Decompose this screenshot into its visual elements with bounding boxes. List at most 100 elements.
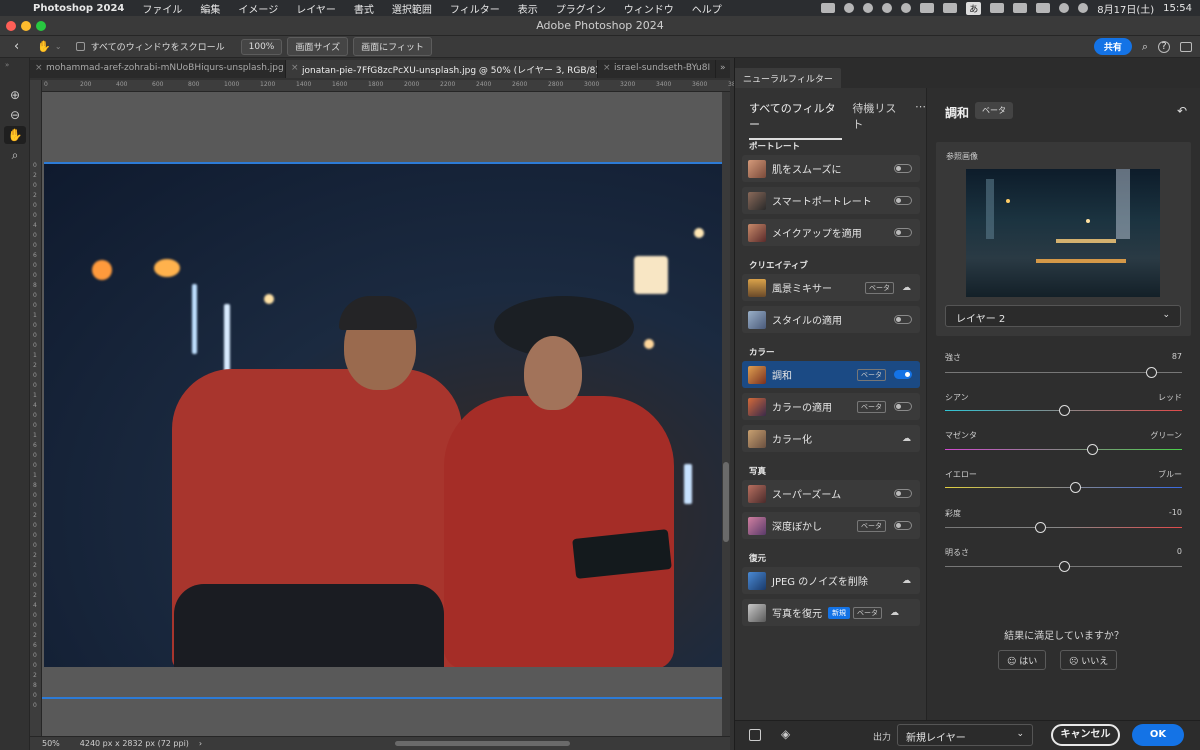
filter-toggle[interactable] — [894, 489, 912, 498]
cloud-download-icon[interactable]: ☁ — [902, 283, 911, 293]
menu-plugins[interactable]: プラグイン — [547, 1, 615, 16]
filter-toggle[interactable] — [894, 402, 912, 411]
document-image[interactable] — [44, 162, 722, 667]
ok-button[interactable]: OK — [1132, 724, 1184, 746]
menu-select[interactable]: 選択範囲 — [383, 1, 441, 16]
workspace-icon[interactable] — [1180, 41, 1192, 52]
control-center-icon[interactable] — [1036, 3, 1051, 13]
zoom-level[interactable]: 50% — [42, 739, 60, 748]
cancel-button[interactable]: キャンセル — [1051, 724, 1120, 746]
slider-yellow-blue-track[interactable] — [945, 487, 1182, 488]
filter-toggle[interactable] — [894, 228, 912, 237]
reference-layer-dropdown[interactable]: レイヤー 2 ⌄ — [945, 305, 1181, 327]
share-button[interactable]: 共有 — [1093, 38, 1132, 55]
reset-icon[interactable]: ↶ — [1177, 104, 1187, 118]
collapse-panel-icon[interactable]: » — [0, 58, 29, 72]
slider-saturation-track[interactable] — [945, 527, 1182, 528]
sync-icon[interactable] — [863, 3, 874, 13]
wifi-icon[interactable] — [1013, 3, 1028, 13]
menu-image[interactable]: イメージ — [229, 1, 287, 16]
tab-doc-2[interactable]: × jonatan-pie-7FfG8zcPcXU-unsplash.jpg @ … — [286, 60, 598, 78]
cloud-download-icon[interactable]: ☁ — [890, 608, 899, 618]
filter-colorize[interactable]: カラー化 ☁ — [742, 425, 920, 452]
scroll-all-checkbox[interactable] — [75, 42, 85, 51]
menubar-date[interactable]: 8月17日(土) — [1097, 1, 1154, 16]
filter-toggle[interactable] — [894, 315, 912, 324]
filter-photo-restoration[interactable]: 写真を復元 新規 ベータ ☁ — [742, 599, 920, 626]
menu-app-name[interactable]: Photoshop 2024 — [24, 3, 133, 14]
menubar-time[interactable]: 15:54 — [1163, 3, 1192, 14]
preview-toggle-icon[interactable] — [749, 729, 761, 741]
slider-saturation-knob[interactable] — [1034, 522, 1046, 533]
layers-icon[interactable]: ◈ — [781, 727, 790, 741]
filter-landscape-mixer[interactable]: 風景ミキサー ベータ ☁ — [742, 274, 920, 301]
creative-cloud-icon[interactable] — [844, 3, 855, 13]
filter-toggle[interactable] — [894, 370, 912, 379]
input-mode-indicator[interactable]: あ — [966, 1, 982, 15]
tab-all-filters[interactable]: すべてのフィルター — [749, 100, 843, 140]
filter-style-transfer[interactable]: スタイルの適用 — [742, 306, 920, 333]
search-spotlight-icon[interactable] — [1059, 3, 1070, 13]
menu-file[interactable]: ファイル — [133, 1, 191, 16]
tabs-overflow-icon[interactable]: » — [716, 60, 730, 78]
slider-strength-knob[interactable] — [1146, 367, 1158, 378]
filter-color-transfer[interactable]: カラーの適用 ベータ — [742, 393, 920, 420]
menu-help[interactable]: ヘルプ — [683, 1, 731, 16]
tab-doc-1[interactable]: × mohammad-aref-zohrabi-mNUoBHiqurs-unspl… — [30, 60, 286, 78]
back-icon[interactable]: ‹ — [14, 39, 19, 54]
fill-screen-button[interactable]: 画面にフィット — [353, 37, 432, 56]
zoom-in-icon[interactable]: ⊕ — [4, 86, 26, 104]
menu-view[interactable]: 表示 — [509, 1, 547, 16]
close-tab-icon[interactable]: × — [603, 63, 611, 73]
vertical-scrollbar[interactable] — [722, 92, 730, 736]
menu-edit[interactable]: 編集 — [191, 1, 229, 16]
feedback-yes-button[interactable]: ☺ はい — [998, 650, 1047, 670]
menu-window[interactable]: ウィンドウ — [615, 1, 683, 16]
filter-makeup-transfer[interactable]: メイクアップを適用 — [742, 219, 920, 246]
horizontal-scroll-thumb[interactable] — [395, 741, 570, 746]
reference-image-thumbnail[interactable] — [966, 169, 1160, 297]
battery-icon[interactable] — [990, 3, 1005, 13]
menu-type[interactable]: 書式 — [345, 1, 383, 16]
bluetooth-icon[interactable] — [943, 3, 958, 13]
slider-yellow-blue-knob[interactable] — [1070, 482, 1082, 493]
cloud-status-icon[interactable] — [821, 3, 836, 13]
cloud-download-icon[interactable]: ☁ — [902, 576, 911, 586]
tab-waitlist[interactable]: 待機リスト — [852, 100, 905, 140]
filter-smart-portrait[interactable]: スマートポートレート — [742, 187, 920, 214]
tool-preset-chevron-icon[interactable]: ⌄ — [55, 42, 62, 51]
hand-tool-icon[interactable]: ✋ — [37, 40, 51, 53]
more-options-icon[interactable]: ⋯ — [915, 100, 926, 140]
volume-icon[interactable] — [920, 3, 935, 13]
brave-icon[interactable] — [882, 3, 893, 13]
filter-skin-smoothing[interactable]: 肌をスムーズに — [742, 155, 920, 182]
zoom-100-button[interactable]: 100% — [240, 38, 283, 55]
filter-toggle[interactable] — [894, 521, 912, 530]
slider-magenta-green-knob[interactable] — [1086, 444, 1098, 455]
filter-jpeg-artifacts[interactable]: JPEG のノイズを削除 ☁ — [742, 567, 920, 594]
canvas-area[interactable] — [42, 92, 722, 736]
filter-super-zoom[interactable]: スーパーズーム — [742, 480, 920, 507]
filter-harmonization[interactable]: 調和 ベータ — [742, 361, 920, 388]
feedback-no-button[interactable]: ☹ いいえ — [1060, 650, 1118, 670]
siri-icon[interactable] — [1078, 3, 1089, 13]
fit-screen-button[interactable]: 画面サイズ — [287, 37, 349, 56]
help-icon[interactable]: ? — [1158, 40, 1170, 53]
menu-layer[interactable]: レイヤー — [287, 1, 345, 16]
zoom-tool-icon[interactable]: ⌕ — [4, 146, 26, 164]
output-dropdown[interactable]: 新規レイヤー ⌄ — [897, 724, 1033, 746]
close-tab-icon[interactable]: × — [291, 63, 299, 73]
close-tab-icon[interactable]: × — [35, 63, 43, 73]
slider-cyan-red-knob[interactable] — [1058, 405, 1070, 416]
cloud-download-icon[interactable]: ☁ — [902, 434, 911, 444]
filter-toggle[interactable] — [894, 196, 912, 205]
vertical-scroll-thumb[interactable] — [723, 462, 729, 542]
slider-brightness-knob[interactable] — [1058, 561, 1070, 572]
zoom-out-icon[interactable]: ⊖ — [4, 106, 26, 124]
menu-filter[interactable]: フィルター — [441, 1, 509, 16]
hand-icon[interactable]: ✋ — [4, 126, 26, 144]
play-icon[interactable] — [901, 3, 912, 13]
filter-toggle[interactable] — [894, 164, 912, 173]
filter-depth-blur[interactable]: 深度ぼかし ベータ — [742, 512, 920, 539]
search-icon[interactable]: ⌕ — [1142, 40, 1148, 54]
